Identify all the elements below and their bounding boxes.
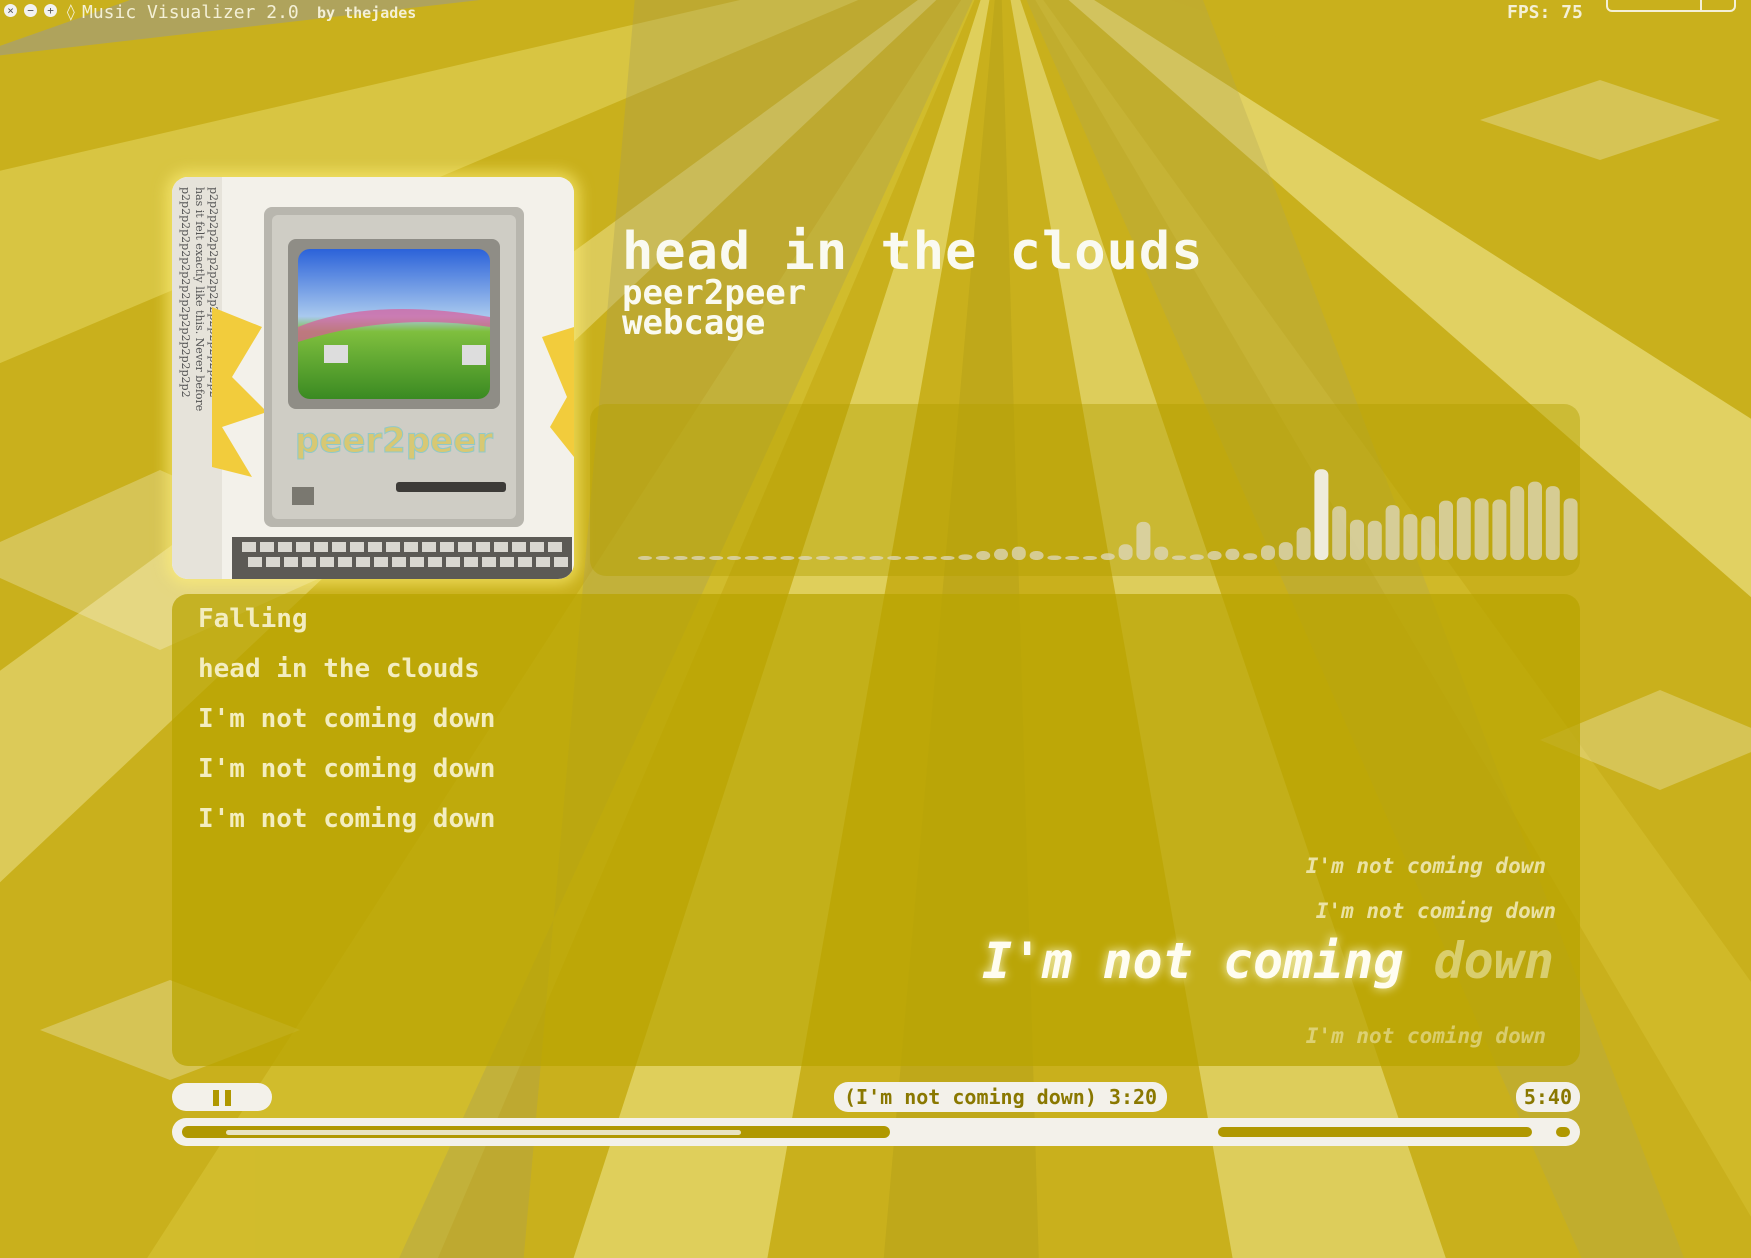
spectrum-bar <box>1439 500 1453 560</box>
album-cover: p2p2p2p2p2p2p2p2p2p2p2p2p2p2p2 has it fe… <box>172 177 574 579</box>
title-bar: × − + ◊ Music Visualizer 2.0 by thejades… <box>0 0 1751 26</box>
spectrum-bar <box>1314 469 1329 560</box>
spectrum-bar <box>1207 551 1222 560</box>
spectrum-bar <box>905 556 919 560</box>
spectrum-bar <box>958 554 973 560</box>
lyric-current-rest: down <box>1433 932 1554 990</box>
spectrum-bar <box>673 556 688 560</box>
spectrum-bar <box>1189 554 1204 560</box>
spectrum-bar <box>940 556 955 560</box>
spectrum-bar <box>1385 505 1400 560</box>
app-title: Music Visualizer 2.0 <box>82 2 299 23</box>
minimize-icon[interactable]: − <box>24 4 37 17</box>
close-icon[interactable]: × <box>4 4 17 17</box>
spectrum-bar <box>1421 516 1436 560</box>
spectrum-bar <box>1047 555 1062 560</box>
spectrum-bar <box>1172 555 1186 560</box>
spectrum-bar <box>1011 546 1026 560</box>
spectrum-bar <box>1118 544 1133 560</box>
lyrics-panel: Falling head in the clouds I'm not comin… <box>172 594 1580 1066</box>
lyric-current-sung: I'm not coming <box>982 932 1404 990</box>
spectrum-bar <box>1474 498 1489 560</box>
diamond-icon: ◊ <box>66 2 76 21</box>
spectrum-bar <box>638 556 652 560</box>
spectrum-bar <box>1528 481 1542 560</box>
progress-bar[interactable] <box>172 1118 1580 1146</box>
spectrum-visualizer <box>590 404 1580 576</box>
spectrum-bar <box>1278 542 1293 560</box>
total-duration: 5:40 <box>1515 1082 1580 1112</box>
lyric-line-overlay: I'm not coming down <box>1315 899 1556 923</box>
cover-logo-text: peer2peer <box>295 421 493 461</box>
spectrum-bar <box>1029 551 1044 560</box>
maximize-icon[interactable]: + <box>44 4 57 17</box>
spectrum-bar <box>869 556 884 560</box>
pause-button[interactable] <box>172 1083 272 1111</box>
spectrum-bar <box>1083 556 1097 560</box>
svg-text:p2p2p2p2p2p2p2p2p2p2p2p2p2p2p2: p2p2p2p2p2p2p2p2p2p2p2p2p2p2p2 <box>179 187 192 398</box>
spectrum-bar <box>1367 520 1382 560</box>
spectrum-bar <box>1332 506 1347 560</box>
spectrum-bar <box>655 556 670 560</box>
spectrum-bar <box>1065 556 1080 560</box>
lyric-line-previous: Falling <box>198 604 308 634</box>
spectrum-bar <box>798 556 813 560</box>
spectrum-bar <box>780 556 795 560</box>
spectrum-bar <box>1100 553 1115 560</box>
spectrum-bar <box>1545 486 1560 560</box>
spectrum-bars <box>638 469 1578 560</box>
spectrum-bar <box>922 556 937 560</box>
current-lyric-timestamp: (I'm not coming down) 3:20 <box>834 1082 1168 1112</box>
spectrum-bar <box>833 556 848 560</box>
lyric-line-previous: I'm not coming down <box>198 804 496 834</box>
top-right-handle[interactable] <box>1606 0 1736 12</box>
spectrum-bar <box>1456 497 1471 560</box>
spectrum-bar <box>691 556 706 560</box>
spectrum-bar <box>1296 527 1311 560</box>
spectrum-bar <box>1154 546 1169 560</box>
spectrum-bar <box>1243 553 1258 560</box>
spectrum-bar <box>851 556 866 560</box>
spectrum-bar <box>1563 498 1578 560</box>
spectrum-bar <box>727 556 741 560</box>
spectrum-bar <box>1350 519 1364 560</box>
lyric-line-previous: I'm not coming down <box>198 704 496 734</box>
lyric-line-previous: I'm not coming down <box>198 754 496 784</box>
progress-buffer-line <box>226 1130 741 1135</box>
progress-track-segment <box>1218 1127 1532 1137</box>
progress-end-marker <box>1556 1127 1570 1137</box>
lyric-line-next: I'm not coming down <box>1305 1024 1546 1048</box>
spectrum-bar <box>1136 521 1151 560</box>
spectrum-bar <box>887 556 902 560</box>
spectrum-bar <box>1403 514 1418 560</box>
lyric-line-current: I'm not coming down <box>982 932 1554 990</box>
spectrum-bar <box>816 556 830 560</box>
spectrum-bar <box>709 556 724 560</box>
spectrum-bar <box>976 551 991 560</box>
spectrum-bar <box>994 548 1008 560</box>
album-name: webcage <box>622 303 766 343</box>
spectrum-bar <box>744 556 759 560</box>
lyric-line-overlay: I'm not coming down <box>1305 854 1546 878</box>
app-author: by thejades <box>317 4 417 22</box>
spectrum-bar <box>1492 499 1507 560</box>
spectrum-bar <box>762 556 777 560</box>
spectrum-bar <box>1510 486 1525 560</box>
fps-counter: FPS: 75 <box>1507 2 1583 23</box>
spectrum-bar <box>1225 548 1240 560</box>
svg-text:has it felt exactly like this.: has it felt exactly like this. Never bef… <box>193 187 206 411</box>
lyric-line-previous: head in the clouds <box>198 654 480 684</box>
spectrum-bar <box>1261 545 1275 560</box>
player-controls: (I'm not coming down) 3:20 5:40 <box>172 1080 1580 1150</box>
